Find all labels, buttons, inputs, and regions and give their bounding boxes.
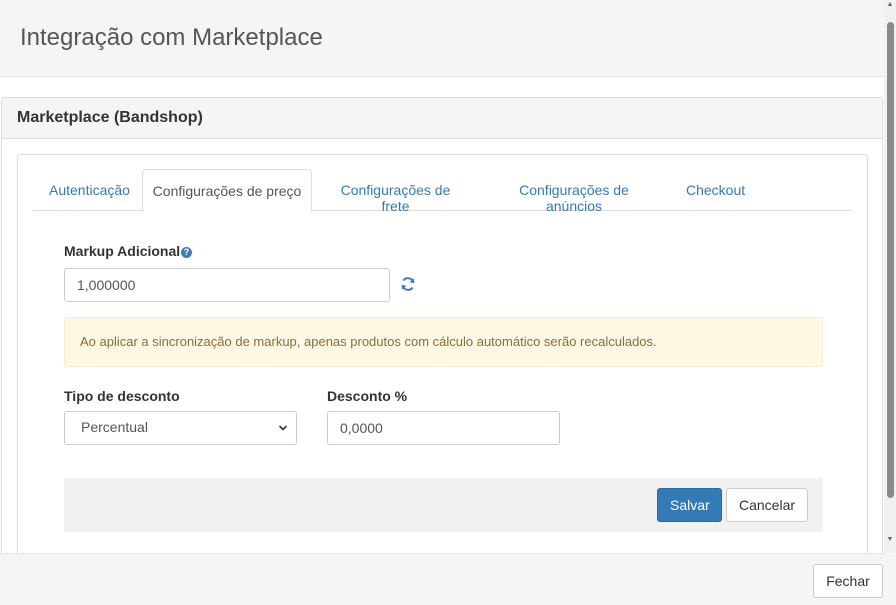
tab-bar: Autenticação Configurações de preço Conf… [33, 169, 852, 214]
tab-configuracoes-de-preco[interactable]: Configurações de preço [142, 169, 312, 212]
modal-body: Marketplace (Bandshop) Autenticação Conf… [0, 77, 884, 553]
marketplace-panel: Marketplace (Bandshop) Autenticação Conf… [1, 97, 883, 553]
modal-title: Integração com Marketplace [20, 24, 323, 51]
tab-configuracoes-de-frete[interactable]: Configurações de frete [329, 169, 462, 214]
tab-configuracoes-de-anuncios[interactable]: Configurações de anúncios [495, 169, 653, 214]
save-button[interactable]: Salvar [657, 488, 722, 522]
panel-title: Marketplace (Bandshop) [2, 98, 882, 139]
close-button[interactable]: Fechar [813, 564, 883, 598]
chevron-down-icon [278, 425, 288, 431]
markup-alert: Ao aplicar a sincronização de markup, ap… [64, 317, 823, 367]
question-circle-icon[interactable]: ? [181, 247, 192, 258]
scrollbar[interactable]: ▲ ▼ [884, 0, 896, 553]
discount-type-select[interactable]: Percentual [64, 411, 297, 445]
discount-type-label: Tipo de desconto [64, 388, 180, 404]
form-actions-bar: Salvar Cancelar [64, 478, 823, 532]
discount-percent-input[interactable] [327, 411, 560, 445]
modal-header: Integração com Marketplace [0, 0, 884, 77]
markup-label: Markup Adicional [64, 243, 181, 259]
cancel-button[interactable]: Cancelar [726, 488, 808, 522]
refresh-icon[interactable] [400, 276, 416, 292]
discount-percent-label: Desconto % [327, 388, 408, 404]
modal-footer: Fechar [0, 553, 884, 605]
scroll-down-icon[interactable]: ▼ [884, 535, 896, 545]
tab-autenticacao[interactable]: Autenticação [49, 169, 130, 211]
tab-container: Autenticação Configurações de preço Conf… [17, 154, 868, 553]
discount-type-value: Percentual [81, 419, 148, 435]
tab-checkout[interactable]: Checkout [686, 169, 745, 211]
scroll-thumb[interactable] [887, 22, 894, 498]
markup-input[interactable] [64, 268, 390, 302]
scroll-up-icon[interactable]: ▲ [884, 0, 896, 10]
